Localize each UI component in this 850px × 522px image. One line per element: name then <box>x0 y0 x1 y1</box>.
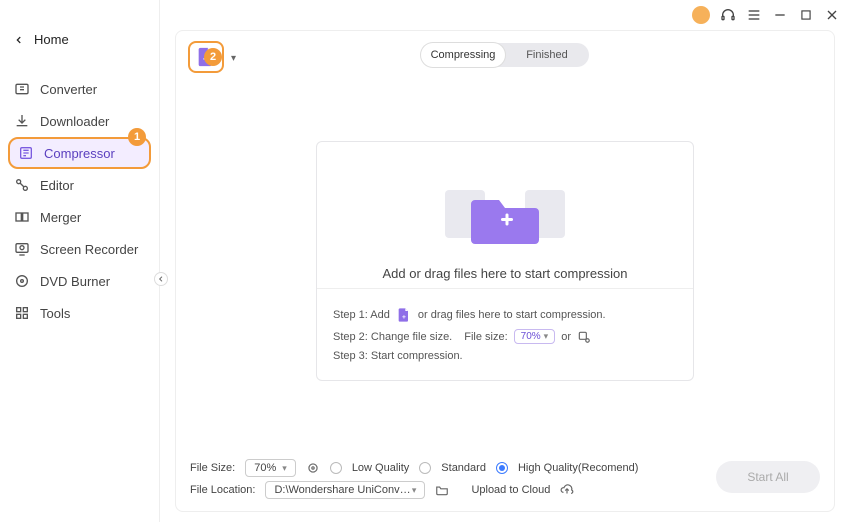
upload-label: Upload to Cloud <box>471 484 550 496</box>
step3: Step 3: Start compression. <box>333 350 463 362</box>
step2-or: or <box>561 331 571 343</box>
sidebar-item-screen-recorder[interactable]: Screen Recorder <box>0 233 159 265</box>
step2-b: File size: <box>464 331 507 343</box>
tab-finished[interactable]: Finished <box>505 43 589 67</box>
sidebar-item-label: Screen Recorder <box>40 242 138 257</box>
chevron-down-icon[interactable]: ▾ <box>231 53 236 64</box>
filesize-label: File Size: <box>190 462 235 474</box>
fileloc-label: File Location: <box>190 484 255 496</box>
step2-a: Step 2: Change file size. <box>333 331 452 343</box>
target-icon[interactable] <box>306 461 320 475</box>
home-label: Home <box>34 32 69 47</box>
sidebar-item-label: DVD Burner <box>40 274 110 289</box>
sidebar: Home Converter Downloader Compressor Edi… <box>0 0 160 522</box>
quality-standard-radio[interactable] <box>419 462 431 474</box>
tools-icon <box>14 305 30 321</box>
sidebar-item-converter[interactable]: Converter <box>0 73 159 105</box>
dvd-burner-icon <box>14 273 30 289</box>
sidebar-item-label: Converter <box>40 82 97 97</box>
sidebar-collapse-handle[interactable] <box>154 272 168 286</box>
back-icon <box>14 35 24 45</box>
svg-text:+: + <box>402 314 406 321</box>
tab-compressing[interactable]: Compressing <box>421 43 505 67</box>
steps-panel: Step 1: Add + or drag files here to star… <box>317 288 693 380</box>
quality-standard-label: Standard <box>441 462 486 474</box>
cloud-upload-icon[interactable] <box>560 483 574 497</box>
folder-add-icon <box>435 172 575 252</box>
merger-icon <box>14 209 30 225</box>
screen-recorder-icon <box>14 241 30 257</box>
step1-post: or drag files here to start compression. <box>418 309 606 321</box>
quality-high-label: High Quality(Recomend) <box>518 462 638 474</box>
sidebar-item-label: Downloader <box>40 114 109 129</box>
main-pane: + ▾ 2 Compressing Finished Add or drag f… <box>175 30 835 512</box>
start-all-button[interactable]: Start All <box>716 461 820 493</box>
sidebar-item-label: Compressor <box>44 146 115 161</box>
drop-zone[interactable]: Add or drag files here to start compress… <box>316 141 694 381</box>
step1-pre: Step 1: Add <box>333 309 390 321</box>
quality-high-radio[interactable] <box>496 462 508 474</box>
downloader-icon <box>14 113 30 129</box>
callout-badge-1: 1 <box>128 128 146 146</box>
file-add-icon[interactable]: + <box>396 307 412 323</box>
sidebar-item-label: Tools <box>40 306 70 321</box>
editor-icon <box>14 177 30 193</box>
filesize-select[interactable]: 70%▾ <box>245 459 296 477</box>
status-tabs: Compressing Finished <box>421 43 589 67</box>
custom-size-icon[interactable] <box>577 330 591 344</box>
sidebar-item-dvd-burner[interactable]: DVD Burner <box>0 265 159 297</box>
drop-caption: Add or drag files here to start compress… <box>383 266 628 281</box>
home-button[interactable]: Home <box>0 24 159 55</box>
callout-badge-2: 2 <box>204 48 222 66</box>
step2-size-select[interactable]: 70%▾ <box>514 329 556 344</box>
quality-low-radio[interactable] <box>330 462 342 474</box>
sidebar-item-tools[interactable]: Tools <box>0 297 159 329</box>
sidebar-item-merger[interactable]: Merger <box>0 201 159 233</box>
sidebar-item-editor[interactable]: Editor <box>0 169 159 201</box>
converter-icon <box>14 81 30 97</box>
quality-low-label: Low Quality <box>352 462 409 474</box>
compressor-icon <box>18 145 34 161</box>
sidebar-item-label: Merger <box>40 210 81 225</box>
sidebar-item-label: Editor <box>40 178 74 193</box>
folder-open-icon[interactable] <box>435 483 449 497</box>
fileloc-select[interactable]: D:\Wondershare UniConverter 1▾ <box>265 481 425 499</box>
